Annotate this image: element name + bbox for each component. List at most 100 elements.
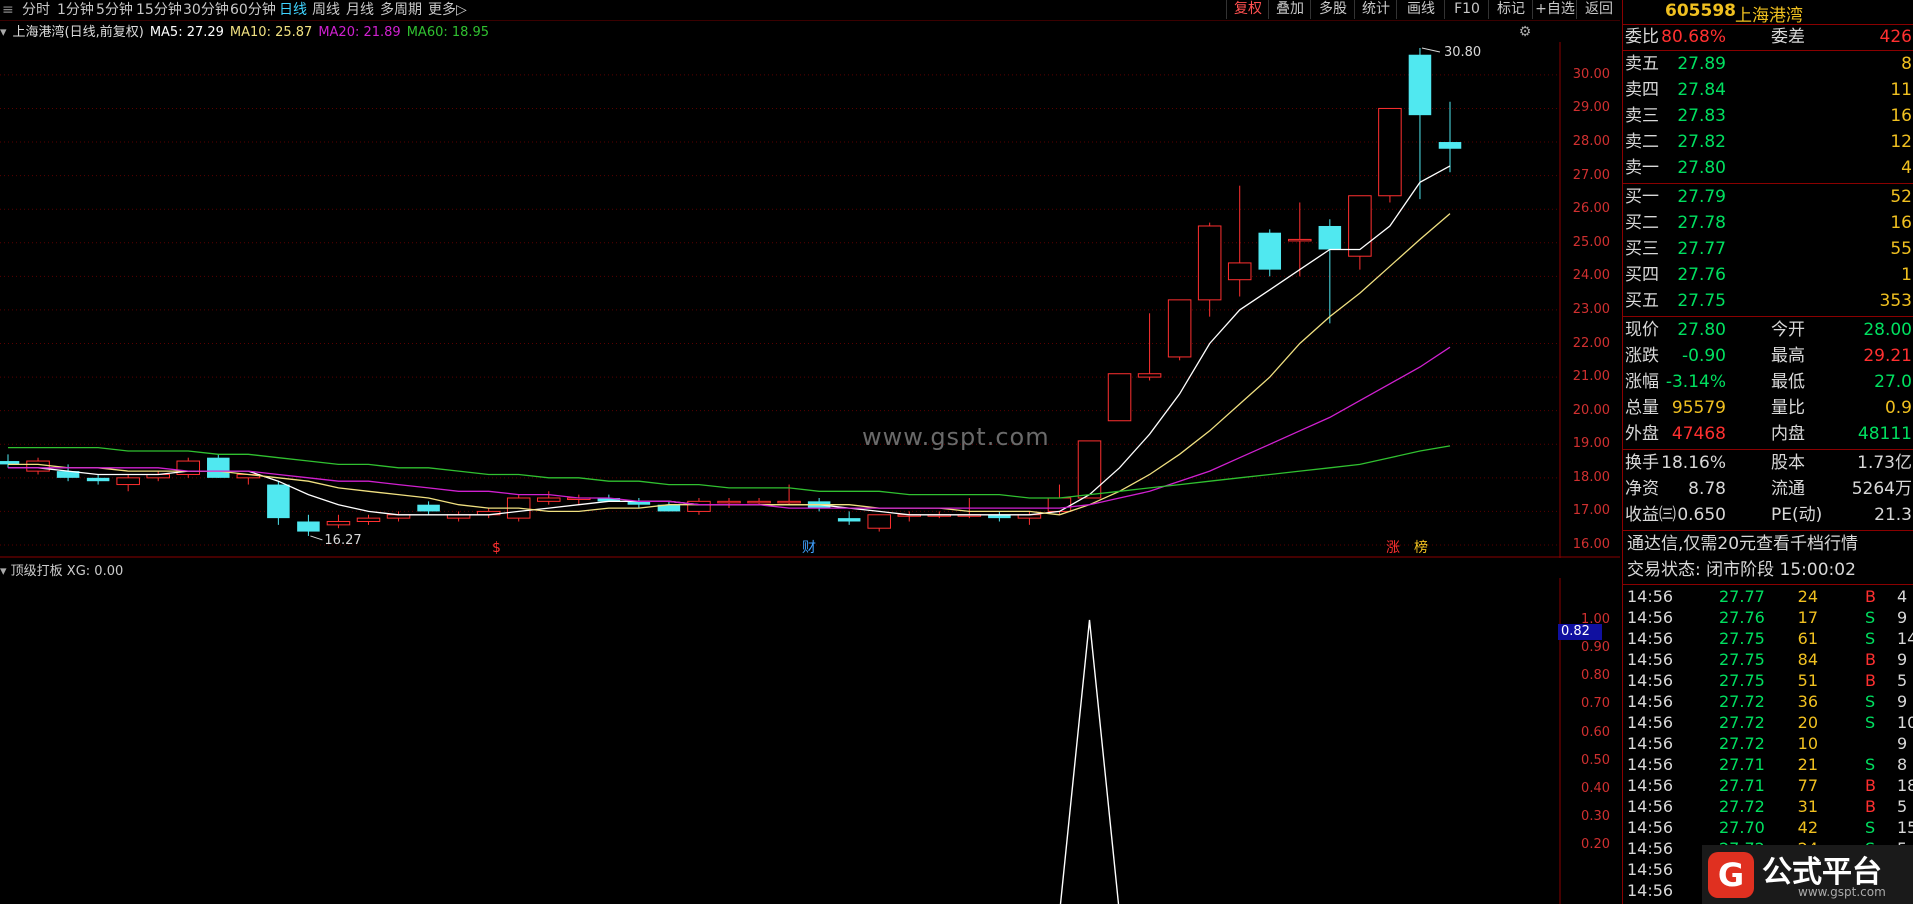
tick-price: 27.77 [1719, 587, 1765, 606]
toolbar-button-8[interactable]: 返回 [1576, 0, 1621, 19]
collapse-icon[interactable]: ▾ [0, 25, 7, 40]
period-tab-8[interactable]: 月线 [346, 1, 374, 19]
candle [326, 514, 351, 529]
tick-row: 14:56 27.75 61 S 14 [1623, 628, 1913, 649]
candle-body [536, 497, 561, 502]
xg-signal-line [1059, 619, 1120, 904]
period-tab-3[interactable]: 15分钟 [136, 1, 182, 19]
stat-value-2: 28.00 [1863, 320, 1912, 340]
stat-value-2: 48111 [1857, 424, 1912, 444]
period-tab-9[interactable]: 多周期 [380, 1, 422, 19]
tick-count: 9 [1897, 734, 1908, 753]
period-tab-6[interactable]: 日线 [279, 1, 307, 19]
candle [176, 457, 201, 478]
period-tab-0[interactable]: 分时 [22, 1, 50, 19]
price-tick: 24.00 [1572, 268, 1610, 284]
separator [1623, 530, 1913, 531]
tick-time: 14:56 [1627, 755, 1674, 774]
high-annotation: 30.80 [1444, 45, 1481, 60]
candle-body [1137, 373, 1162, 378]
candle [1107, 373, 1132, 422]
tick-time: 14:56 [1627, 671, 1674, 690]
tick-count: 9 [1897, 608, 1908, 627]
period-tab-4[interactable]: 30分钟 [183, 1, 229, 19]
candle [26, 457, 50, 475]
candle-body [717, 500, 741, 504]
weicha-label: 委差 [1771, 27, 1805, 47]
period-tab-7[interactable]: 周线 [312, 1, 340, 19]
stat2-value-2: 5264万 [1851, 479, 1912, 499]
bid-volume: 52 [1890, 187, 1912, 207]
logo-g-icon: G [1708, 852, 1754, 898]
tick-price: 27.75 [1719, 629, 1765, 648]
price-tick: 23.00 [1572, 301, 1610, 317]
candle [356, 514, 381, 525]
tick-time: 14:56 [1627, 608, 1674, 627]
candle-body [777, 500, 801, 504]
chart-title-line: ▾ 上海港湾(日线,前复权) MA5: 27.29 MA10: 25.87 MA20: … [0, 24, 495, 42]
tick-count: 5 [1897, 797, 1908, 816]
toolbar-button-1[interactable]: 叠加 [1268, 0, 1311, 19]
toolbar-button-7[interactable]: +自选 [1532, 0, 1577, 19]
indicator-tick: 0.40 [1581, 780, 1610, 796]
period-tab-2[interactable]: 5分钟 [96, 1, 133, 19]
ask-row: 卖一 27.80 4 [1623, 156, 1913, 180]
stat-label-2: 量比 [1771, 398, 1805, 418]
stat-value: -3.14% [1665, 372, 1726, 392]
tick-row: 14:56 27.72 36 S 9 [1623, 691, 1913, 712]
tick-row: 14:56 27.76 17 S 9 [1623, 607, 1913, 628]
candle [837, 511, 861, 525]
candle [1227, 185, 1252, 297]
period-tab-1[interactable]: 1分钟 [57, 1, 94, 19]
indicator-title: ▾ 顶级打板 XG: 0.00 [0, 560, 123, 579]
period-tab-10[interactable]: 更多▷ [428, 1, 467, 19]
promo-link[interactable]: 通达信,仅需20元查看千档行情 [1627, 532, 1858, 556]
gear-icon[interactable]: ⚙ [1517, 24, 1533, 40]
tick-side: S [1865, 818, 1876, 837]
tick-side: S [1865, 713, 1876, 732]
stat-row: 涨跌 -0.90 最高 29.21 [1623, 344, 1913, 368]
tick-time: 14:56 [1627, 797, 1674, 816]
stat2-value-2: 1.73亿 [1857, 453, 1912, 473]
price-tick: 19.00 [1572, 436, 1610, 452]
candle [207, 454, 230, 478]
ask-row: 卖三 27.83 16 [1623, 104, 1913, 128]
stat-label-2: 最高 [1771, 346, 1805, 366]
stat2-label: 净资 [1625, 479, 1659, 499]
collapse-icon-sub[interactable]: ▾ [0, 564, 11, 579]
weibi-label: 委比 [1625, 27, 1659, 47]
menu-icon[interactable]: ≡ [2, 1, 14, 19]
separator [1623, 449, 1913, 450]
low-annotation: 16.27 [324, 533, 361, 548]
ask-row: 卖四 27.84 11 [1623, 78, 1913, 102]
toolbar-button-4[interactable]: 画线 [1396, 0, 1445, 19]
tick-row: 14:56 27.72 20 S 10 [1623, 712, 1913, 733]
candle [1077, 440, 1102, 499]
tick-count: 9 [1897, 650, 1908, 669]
bid-price: 27.78 [1677, 213, 1726, 233]
stat-row: 外盘 47468 内盘 48111 [1623, 422, 1913, 446]
tick-time: 14:56 [1627, 860, 1674, 879]
toolbar-button-0[interactable]: 复权 [1226, 0, 1269, 19]
chart-marker-2: 涨 [1386, 540, 1400, 556]
indicator-chart[interactable] [0, 578, 1620, 904]
toolbar-button-3[interactable]: 统计 [1354, 0, 1397, 19]
stat2-value: 8.78 [1688, 479, 1726, 499]
stat2-label: 收益㈢ [1625, 505, 1676, 525]
logo-url: www.gspt.com [1798, 885, 1886, 899]
candle-body [417, 504, 440, 512]
toolbar-button-2[interactable]: 多股 [1310, 0, 1355, 19]
toolbar-button-6[interactable]: 标记 [1488, 0, 1533, 19]
bid-volume: 55 [1890, 239, 1912, 259]
tick-volume: 31 [1797, 797, 1818, 816]
candle-body [1227, 262, 1252, 281]
price-tick: 30.00 [1572, 66, 1610, 82]
kline-chart[interactable]: 30.80 16.27 $ 财 涨榜 [0, 42, 1620, 558]
chart-marker-3: 榜 [1414, 539, 1428, 556]
tick-time: 14:56 [1627, 818, 1674, 837]
tick-side: S [1865, 755, 1876, 774]
candle-body [1408, 54, 1432, 116]
stat-label-2: 内盘 [1771, 424, 1805, 444]
toolbar-button-5[interactable]: F10 [1444, 0, 1489, 19]
period-tab-5[interactable]: 60分钟 [230, 1, 276, 19]
